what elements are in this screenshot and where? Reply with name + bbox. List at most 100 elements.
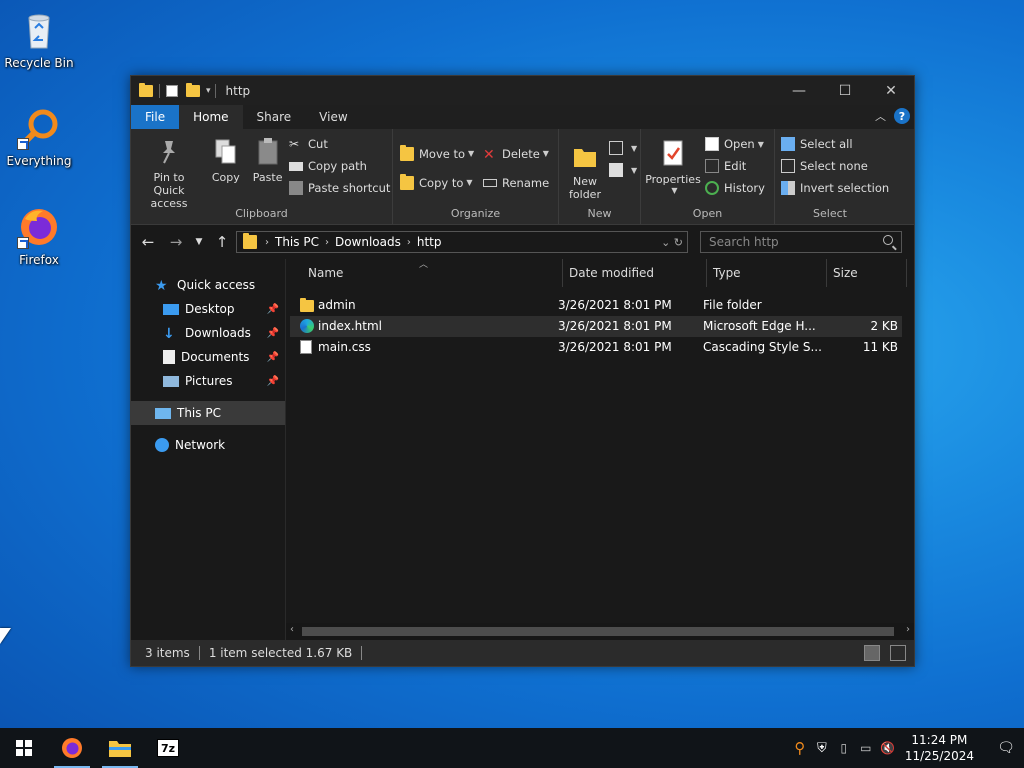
refresh-icon[interactable]: ⌄ ↻ [661,236,683,249]
desktop-icon-everything[interactable]: Everything [1,106,77,168]
taskbar-7zip[interactable]: 7z [144,728,192,768]
chevron-right-icon: › [324,236,329,248]
easy-access-button[interactable]: ▼ [609,159,637,181]
table-row[interactable]: admin 3/26/2021 8:01 PM File folder [290,295,902,316]
properties-label: Properties [645,173,701,186]
shortcut-arrow-icon [17,237,29,249]
open-group: Properties ▼ Open ▼ Edit History Open [641,129,775,224]
forward-button[interactable]: → [165,233,187,251]
column-size[interactable]: Size [827,259,907,287]
close-button[interactable]: ✕ [868,76,914,105]
title-bar[interactable]: ▾ http — ☐ ✕ [131,76,914,105]
file-type: Cascading Style S... [703,340,822,354]
column-name[interactable]: Name [302,259,563,287]
nav-label: This PC [177,406,221,420]
column-date-modified[interactable]: Date modified [563,259,707,287]
paste-shortcut-button[interactable]: Paste shortcut [289,177,390,199]
recent-locations-button[interactable]: ▼ [193,237,205,247]
folder-icon [300,298,314,312]
divider [214,83,216,98]
nav-this-pc[interactable]: This PC [131,401,285,425]
maximize-button[interactable]: ☐ [822,76,868,105]
details-view-icon[interactable] [864,645,880,661]
volume-muted-icon[interactable]: 🔇 [877,728,899,768]
table-row[interactable]: main.css 3/26/2021 8:01 PM Cascading Sty… [290,337,902,358]
customize-toolbar-icon[interactable]: ▾ [206,86,211,96]
paste-button[interactable]: Paste [249,133,287,188]
search-input[interactable]: Search http [700,231,902,253]
desktop-icon-firefox[interactable]: Firefox [1,205,77,267]
pin-quick-access-button[interactable]: Pin to Quick access [135,133,203,214]
desktop-icon-recycle-bin[interactable]: Recycle Bin [1,8,77,70]
large-icons-view-icon[interactable] [890,645,906,661]
notifications-icon[interactable]: 🗨 [988,728,1024,768]
scroll-right-icon[interactable]: › [906,624,910,635]
help-icon[interactable]: ? [894,108,910,124]
up-button[interactable]: ↑ [211,233,233,251]
network-tray-icon[interactable]: ▭ [855,728,877,768]
copy-path-icon [289,161,303,171]
nav-pictures[interactable]: Pictures 📌 [131,369,285,393]
paste-icon [255,137,281,167]
clock[interactable]: 11:24 PM 11/25/2024 [905,732,974,764]
start-button[interactable] [0,728,48,768]
taskbar-file-explorer[interactable] [96,728,144,768]
pin-icon[interactable]: 📌 [267,328,279,339]
edit-button[interactable]: Edit [705,155,765,177]
tab-file[interactable]: File [131,105,180,129]
tab-share[interactable]: Share [243,105,306,129]
properties-button[interactable]: Properties ▼ [645,135,701,199]
new-folder-quick-icon[interactable] [186,82,200,97]
pin-icon[interactable]: 📌 [267,376,279,387]
copy-to-button[interactable]: Copy to ▼ [400,168,474,197]
minimize-button[interactable]: — [776,76,822,105]
nav-downloads[interactable]: ↓ Downloads 📌 [131,321,285,345]
select-none-button[interactable]: Select none [781,155,889,177]
nav-quick-access[interactable]: ★ Quick access [131,273,285,297]
nav-desktop[interactable]: Desktop 📌 [131,297,285,321]
address-bar[interactable]: › This PC › Downloads › http ⌄ ↻ [236,231,688,253]
back-button[interactable]: ← [137,233,159,251]
taskbar-firefox[interactable] [48,728,96,768]
new-item-button[interactable]: ▼ [609,137,637,159]
copy-path-button[interactable]: Copy path [289,155,390,177]
delete-button[interactable]: ✕ Delete ▼ [483,139,549,168]
select-all-button[interactable]: Select all [781,133,889,155]
history-icon [705,181,719,195]
nav-network[interactable]: Network [131,433,285,457]
windows-logo-icon [16,740,32,756]
new-folder-icon [572,141,598,171]
tab-view[interactable]: View [305,105,361,129]
nav-label: Downloads [185,326,251,340]
breadcrumb-downloads[interactable]: Downloads [335,235,401,249]
usb-device-icon[interactable]: ▯ [833,728,855,768]
breadcrumb-http[interactable]: http [417,235,442,249]
security-shield-icon[interactable]: ⛨ [811,728,833,768]
open-label: Open [724,137,755,151]
collapse-ribbon-icon[interactable]: ︿ [875,108,886,124]
history-button[interactable]: History [705,177,765,199]
table-row[interactable]: index.html 3/26/2021 8:01 PM Microsoft E… [290,316,902,337]
network-icon [155,438,169,452]
rename-button[interactable]: Rename [483,168,549,197]
properties-quick-icon[interactable] [166,84,178,97]
pictures-icon [163,375,179,387]
scroll-left-icon[interactable]: ‹ [290,624,294,635]
open-button[interactable]: Open ▼ [705,133,765,155]
cut-button[interactable]: ✂ Cut [289,133,390,155]
breadcrumb-this-pc[interactable]: This PC [275,235,319,249]
column-type[interactable]: Type [707,259,827,287]
system-tray: ⚲ ⛨ ▯ ▭ 🔇 11:24 PM 11/25/2024 🗨 [789,728,1024,768]
new-folder-button[interactable]: New folder [563,137,607,205]
move-to-button[interactable]: Move to ▼ [400,139,474,168]
pin-icon[interactable]: 📌 [267,352,279,363]
invert-selection-button[interactable]: Invert selection [781,177,889,199]
pin-icon[interactable]: 📌 [267,304,279,315]
horizontal-scrollbar[interactable]: ‹ › [286,623,914,640]
scrollbar-thumb[interactable] [302,627,894,636]
everything-tray-icon[interactable]: ⚲ [789,728,811,768]
move-to-icon [400,144,414,161]
nav-documents[interactable]: Documents 📌 [131,345,285,369]
tab-home[interactable]: Home [179,105,243,129]
copy-button[interactable]: Copy [207,133,245,188]
